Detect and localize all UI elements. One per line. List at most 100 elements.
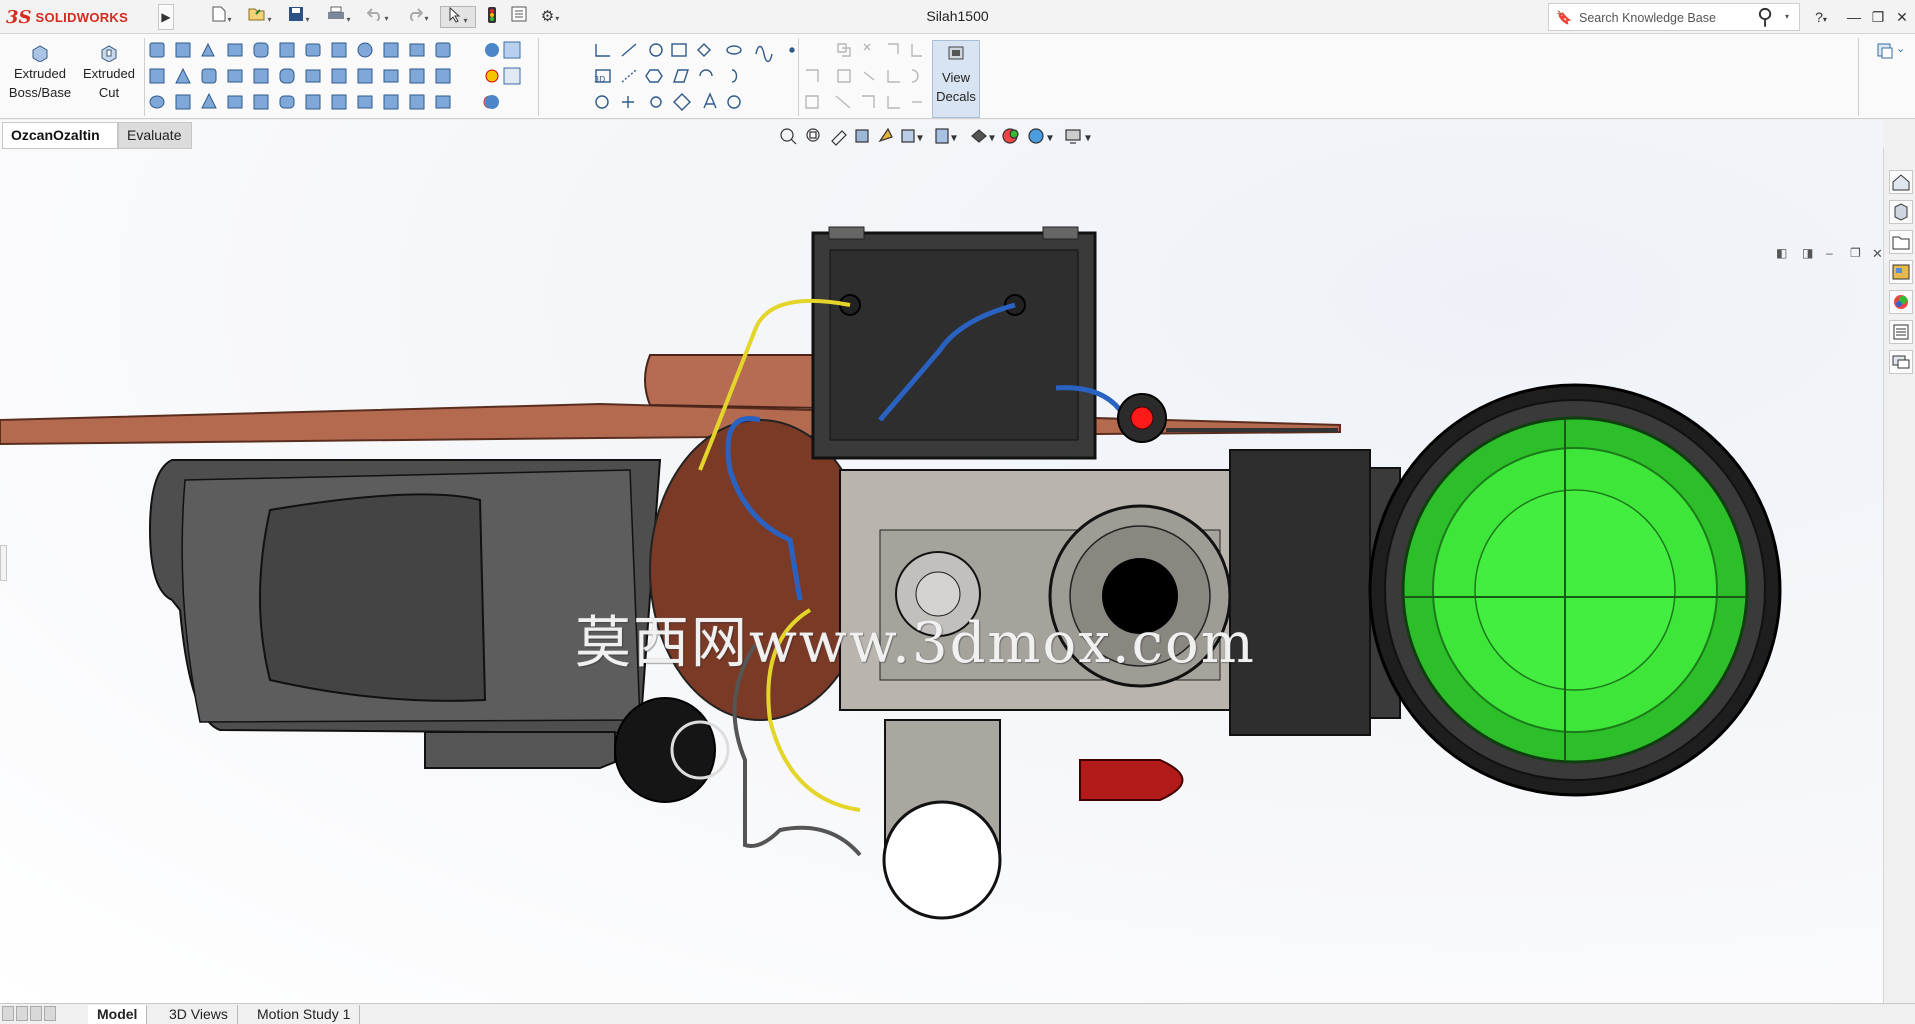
viewport-window-controls: ◧ ◨ – ❐ ✕	[1776, 246, 1883, 266]
undo-button[interactable]: ▾	[362, 6, 394, 28]
svg-text:▾: ▾	[1086, 133, 1090, 142]
task-pane-appearances-button[interactable]	[1889, 290, 1913, 314]
collapse-chevron-icon[interactable]: ⌄	[1896, 42, 1905, 55]
traffic-light-icon	[488, 7, 496, 23]
menu-flyout-arrow[interactable]: ▶	[158, 4, 174, 30]
logo-mark: 3S	[6, 6, 32, 28]
knowledge-base-search[interactable]: 🔖 Search Knowledge Base ⚲ ▾	[1548, 3, 1800, 31]
bottom-tabs-bar: Model 3D Views Motion Study 1	[0, 1003, 1915, 1024]
appearances-icon	[1894, 295, 1908, 309]
separator	[1858, 38, 1859, 116]
extruded-cut-icon	[101, 45, 117, 62]
tab-label: OzcanOzaltin	[11, 127, 100, 143]
parts-icon	[1894, 203, 1908, 221]
file-properties-button[interactable]	[508, 6, 530, 28]
help-button[interactable]: ?▾	[1806, 6, 1836, 28]
sketch-tools-grid: 3D	[592, 40, 802, 118]
tab-evaluate[interactable]: Evaluate	[118, 122, 192, 149]
undo-icon	[367, 8, 381, 22]
open-button[interactable]: ▾	[244, 6, 276, 28]
new-document-icon	[212, 6, 226, 22]
extruded-cut-button[interactable]: Extruded Cut	[76, 44, 142, 102]
task-pane-home-button[interactable]	[1889, 170, 1913, 194]
task-pane-view-palette-button[interactable]	[1889, 260, 1913, 284]
close-icon: ✕	[1896, 9, 1908, 25]
viewport-restore-icon[interactable]: ❐	[1850, 246, 1861, 260]
forum-icon	[1892, 355, 1910, 369]
custom-properties-icon	[1893, 324, 1909, 340]
task-pane-parts-button[interactable]	[1889, 200, 1913, 224]
restore-button[interactable]: ❐	[1866, 6, 1890, 28]
save-button[interactable]: ▾	[284, 6, 314, 28]
separator	[144, 38, 145, 116]
svg-text:▾: ▾	[952, 133, 956, 142]
close-button[interactable]: ✕	[1890, 6, 1914, 28]
title-bar: 3S SOLIDWORKS ▶ ▾ ▾ ▾ ▾ ▾ ▾ ▾ ⚙▾ Silah15…	[0, 0, 1915, 34]
tab-ozcanozaltin[interactable]: OzcanOzaltin	[2, 122, 118, 149]
customize-icon	[1877, 43, 1893, 59]
feature-icons	[149, 41, 521, 110]
tab-motion-study-1[interactable]: Motion Study 1	[248, 1005, 361, 1024]
print-icon	[328, 6, 345, 19]
heads-up-icons: ▾ ▾ ▾ ▾ ▾	[780, 127, 1091, 146]
home-icon	[1892, 174, 1910, 191]
split-right-icon[interactable]: ◨	[1802, 246, 1813, 260]
watermark-text: 莫西网www.3dmox.com	[575, 611, 1256, 676]
tab-label: Model	[97, 1006, 138, 1022]
customize-button[interactable]	[1876, 42, 1894, 60]
minimize-button[interactable]: —	[1842, 6, 1866, 28]
options-button[interactable]: ⚙▾	[534, 6, 566, 28]
first-tab-arrow-icon[interactable]	[2, 1006, 14, 1021]
rebuild-button[interactable]	[482, 6, 502, 28]
extruded-boss-button[interactable]: Extruded Boss/Base	[8, 44, 72, 102]
tab-label: Evaluate	[127, 127, 182, 143]
feature-tools-grid	[148, 40, 532, 118]
inactive-tools-grid	[804, 40, 924, 118]
tab-model[interactable]: Model	[88, 1005, 148, 1024]
prev-tab-arrow-icon[interactable]	[16, 1006, 28, 1021]
task-pane-folder-button[interactable]	[1889, 230, 1913, 254]
separator	[538, 38, 539, 116]
redo-icon	[410, 8, 424, 22]
last-tab-arrow-icon[interactable]	[44, 1006, 56, 1021]
task-pane-custom-properties-button[interactable]	[1889, 320, 1913, 344]
heads-up-view-toolbar: ▾ ▾ ▾ ▾ ▾	[776, 125, 1126, 147]
open-folder-icon	[248, 8, 265, 21]
help-icon: ?	[1815, 9, 1823, 25]
graphics-area[interactable]: 莫西网www.3dmox.com ◧ ◨ – ❐ ✕	[0, 120, 1883, 1003]
next-tab-arrow-icon[interactable]	[30, 1006, 42, 1021]
view-decals-label: View Decals	[936, 70, 976, 104]
feature-tree-handle[interactable]	[0, 545, 7, 581]
tab-label: Motion Study 1	[257, 1006, 351, 1022]
view-decals-button[interactable]: View Decals	[932, 40, 980, 118]
search-input[interactable]: Search Knowledge Base	[1579, 11, 1716, 25]
redo-button[interactable]: ▾	[402, 6, 434, 28]
view-decals-icon	[948, 46, 964, 60]
bookmark-icon: 🔖	[1556, 10, 1573, 25]
folder-icon	[1892, 236, 1910, 250]
viewport-close-icon[interactable]: ✕	[1872, 246, 1883, 262]
file-properties-icon	[511, 6, 527, 22]
svg-text:▾: ▾	[918, 133, 922, 142]
logo-text: SOLIDWORKS	[35, 9, 129, 25]
gun-model	[0, 226, 1782, 920]
svg-text:3D: 3D	[594, 75, 605, 84]
extruded-boss-label: Extruded Boss/Base	[8, 66, 72, 100]
new-document-button[interactable]: ▾	[208, 6, 236, 28]
command-manager: Extruded Boss/Base Extruded Cut 3D View …	[0, 34, 1915, 119]
select-button[interactable]: ▾	[440, 6, 476, 28]
split-left-icon[interactable]: ◧	[1776, 246, 1787, 260]
viewport-minimize-icon[interactable]: –	[1826, 246, 1833, 260]
task-pane	[1883, 148, 1915, 1003]
solidworks-logo[interactable]: 3S SOLIDWORKS	[6, 4, 154, 30]
search-icon[interactable]: ⚲	[1757, 4, 1773, 30]
save-icon	[289, 7, 304, 21]
minimize-icon: —	[1847, 9, 1861, 25]
search-dropdown-icon[interactable]: ▾	[1785, 12, 1789, 21]
inactive-icons	[805, 43, 922, 109]
tab-3d-views[interactable]: 3D Views	[160, 1005, 238, 1024]
task-pane-forum-button[interactable]	[1889, 350, 1913, 374]
print-button[interactable]: ▾	[322, 6, 356, 28]
view-palette-icon	[1892, 264, 1910, 280]
svg-text:▾: ▾	[990, 133, 994, 142]
